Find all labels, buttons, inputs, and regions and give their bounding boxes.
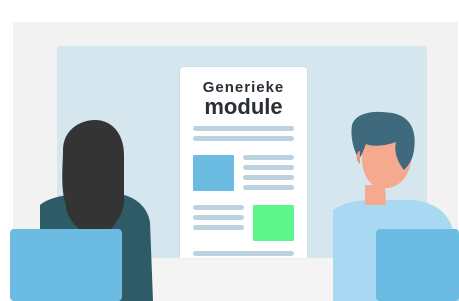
- right-chair: [376, 229, 459, 301]
- audience-figures: [10, 111, 459, 301]
- man-figure: [333, 111, 459, 301]
- woman-figure: [10, 120, 153, 301]
- illustration: Generieke module: [0, 0, 459, 301]
- woman-hair: [62, 120, 124, 230]
- left-chair: [10, 229, 122, 301]
